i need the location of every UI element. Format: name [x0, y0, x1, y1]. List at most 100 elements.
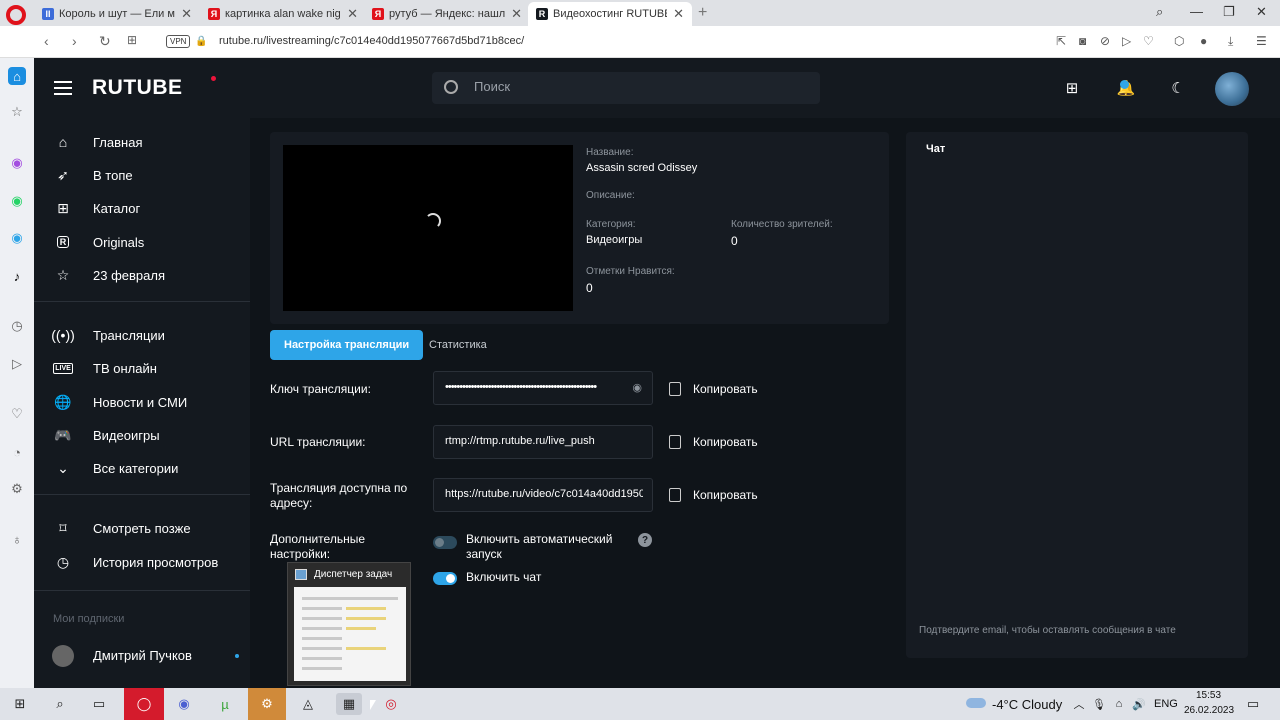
opera-taskbar-icon[interactable]: ◯ [124, 688, 164, 720]
logo-dot [211, 76, 216, 81]
share-icon[interactable]: ⇱ [1056, 34, 1066, 48]
rutube-logo[interactable]: RUTUBE [92, 76, 183, 100]
copy-label: Копировать [693, 382, 758, 396]
download-icon[interactable]: ⤓ [1228, 34, 1233, 49]
taskmanager-preview[interactable]: Диспетчер задач [287, 562, 411, 686]
taskmanager-taskbar-icon[interactable]: ▦ [336, 693, 362, 715]
browser-tab-2[interactable]: Я картинка alan wake night ✕ [200, 2, 366, 26]
network-icon[interactable]: ⌂ [1108, 693, 1130, 715]
heart-icon[interactable]: ♡ [1143, 34, 1154, 48]
stream-address-input[interactable] [445, 488, 643, 500]
favorites-icon[interactable]: ♡ [8, 405, 26, 423]
sidebar-item-catalog[interactable]: ⊞ Каталог [34, 193, 250, 223]
chat-toggle[interactable] [433, 572, 457, 585]
forward-icon[interactable]: › [72, 33, 77, 49]
close-window-icon[interactable]: ✕ [1256, 4, 1267, 20]
sidebar-item-watch-later[interactable]: ⌑ Смотреть позже [34, 513, 250, 543]
video-player[interactable] [283, 145, 573, 311]
browser-tab-3[interactable]: Я рутуб — Яндекс: нашлось ✕ [364, 2, 530, 26]
stream-key-field[interactable]: ◉ [433, 371, 653, 405]
mouse-cursor [370, 700, 376, 710]
whatsapp-icon[interactable]: ◉ [8, 192, 26, 210]
task-view-icon[interactable]: ▭ [88, 693, 110, 715]
player-icon[interactable]: ▷ [1122, 34, 1131, 48]
search-input[interactable] [474, 79, 794, 94]
dark-mode-moon-icon[interactable]: ☾ [1168, 78, 1188, 98]
home-workspace-icon[interactable]: ⌂ [8, 67, 26, 85]
url-text[interactable]: rutube.ru/livestreaming/c7c014e40dd19507… [219, 35, 524, 47]
subscription-item[interactable]: Дмитрий Пучков [34, 640, 250, 670]
tab-statistics[interactable]: Статистика [429, 330, 487, 360]
windows-search-icon[interactable]: ⌕ [49, 693, 71, 715]
sidebar-item-videogames[interactable]: 🎮 Видеоигры [34, 420, 250, 450]
player-sidebar-icon[interactable]: ◷ [8, 317, 26, 335]
discord-taskbar-icon[interactable]: ◉ [173, 693, 195, 715]
tab-close-icon[interactable]: ✕ [347, 6, 358, 22]
tiktok-icon[interactable]: ♪ [8, 267, 26, 285]
browser-tab-1[interactable]: II Король и шут — Ели мясо ✕ [34, 2, 200, 26]
copy-address-button[interactable]: Копировать [669, 486, 758, 504]
tab-close-icon[interactable]: ✕ [181, 6, 192, 22]
sidebar-item-home[interactable]: ⌂ Главная [34, 127, 250, 157]
windows-start-icon[interactable]: ⊞ [9, 693, 31, 715]
notifications-center-icon[interactable]: ▭ [1242, 693, 1264, 715]
search-tabs-icon[interactable]: ⌕ [1156, 4, 1163, 20]
hamburger-menu-icon[interactable] [54, 81, 72, 95]
tab-close-icon[interactable]: ✕ [673, 6, 684, 22]
search-box[interactable] [432, 72, 820, 104]
sidebar-item-history[interactable]: ◷ История просмотров [34, 547, 250, 577]
sidebar-item-broadcasts[interactable]: ((•)) Трансляции [34, 320, 250, 350]
autostart-toggle[interactable] [433, 536, 457, 549]
clock-date[interactable]: 26.02.2023 [1184, 705, 1234, 716]
menu-icon[interactable]: ☰ [1256, 34, 1267, 48]
bookmark-star-icon[interactable]: ☆ [8, 103, 26, 121]
copy-key-button[interactable]: Копировать [669, 380, 758, 398]
show-key-eye-icon[interactable]: ◉ [632, 381, 642, 394]
browser-tab-4-active[interactable]: R Видеохостинг RUTUBE. Смо ✕ [528, 2, 692, 26]
user-avatar[interactable] [1215, 72, 1249, 106]
stream-url-input[interactable] [445, 435, 643, 447]
copy-url-button[interactable]: Копировать [669, 433, 758, 451]
sidebar-item-all-categories[interactable]: ⌄ Все категории [34, 453, 250, 483]
tips-icon[interactable]: ♁ [8, 530, 26, 548]
clock-time[interactable]: 15:53 [1196, 690, 1221, 701]
microphone-icon[interactable]: 🎙 [1088, 693, 1110, 715]
adblock-icon[interactable]: ⊘ [1100, 34, 1110, 48]
new-tab-icon[interactable]: + [698, 4, 707, 22]
help-question-icon[interactable]: ? [638, 533, 652, 547]
history-sidebar-icon[interactable]: ◔ [8, 443, 26, 461]
maximize-icon[interactable]: ❐ [1223, 4, 1235, 20]
recorder-taskbar-icon[interactable]: ◎ [380, 693, 402, 715]
sidebar-item-originals[interactable]: R Originals [34, 227, 250, 257]
sidebar-item-feb23[interactable]: ☆ 23 февраля [34, 260, 250, 290]
steam-taskbar-icon[interactable]: ⚙ [248, 688, 286, 720]
obs-taskbar-icon[interactable]: ◬ [297, 693, 319, 715]
profile-icon[interactable]: ● [1200, 34, 1207, 48]
upload-plus-icon[interactable]: ⊞ [1062, 78, 1082, 98]
camera-icon[interactable]: ◙ [1079, 34, 1086, 48]
settings-gear-icon[interactable]: ⚙ [8, 480, 26, 498]
opera-logo-icon[interactable] [6, 5, 26, 25]
sidebar-item-tv-online[interactable]: LIVE ТВ онлайн [34, 353, 250, 383]
tab-close-icon[interactable]: ✕ [511, 6, 522, 22]
speed-dial-icon[interactable]: ⊞ [127, 33, 137, 47]
tab-stream-settings[interactable]: Настройка трансляции [270, 330, 424, 360]
send-icon[interactable]: ▷ [8, 355, 26, 373]
language-indicator[interactable]: ENG [1154, 698, 1178, 710]
stream-key-input[interactable] [445, 381, 625, 393]
sidebar-item-news[interactable]: 🌐 Новости и СМИ [34, 387, 250, 417]
weather-text[interactable]: -4°C Cloudy [992, 697, 1062, 712]
back-icon[interactable]: ‹ [44, 33, 49, 49]
volume-icon[interactable]: 🔊 [1128, 693, 1150, 715]
sidebar-item-top[interactable]: ➶ В топе [34, 160, 250, 190]
telegram-icon[interactable]: ◉ [8, 229, 26, 247]
utorrent-taskbar-icon[interactable]: µ [214, 693, 236, 715]
stream-address-field[interactable] [433, 478, 653, 512]
messenger-icon[interactable]: ◉ [8, 154, 26, 172]
tray-chevron-icon[interactable]: ︿ [1068, 693, 1090, 715]
extensions-icon[interactable]: ⬡ [1174, 34, 1184, 48]
minimize-icon[interactable]: — [1190, 4, 1203, 19]
reload-icon[interactable]: ↻ [99, 33, 111, 50]
vpn-badge[interactable]: VPN [166, 35, 191, 48]
stream-url-field[interactable] [433, 425, 653, 459]
